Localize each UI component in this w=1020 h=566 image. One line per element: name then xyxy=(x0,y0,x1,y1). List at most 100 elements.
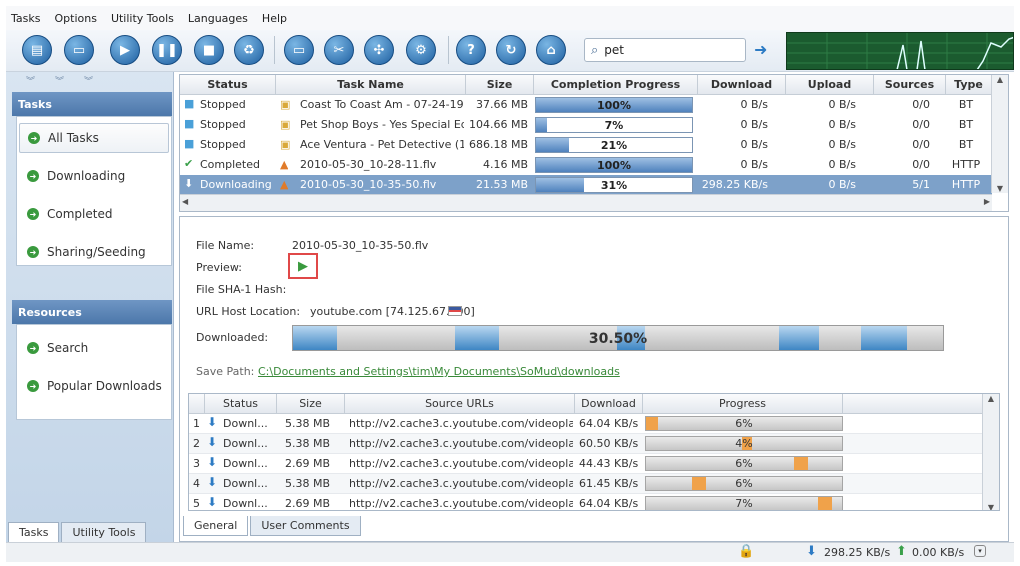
task-name: Pet Shop Boys - Yes Special Edi... xyxy=(300,118,464,131)
new-task-icon[interactable]: ▤ xyxy=(22,35,52,65)
scroll-left-icon[interactable]: ◀ xyxy=(182,197,188,206)
scroll-down-icon[interactable]: ▼ xyxy=(983,503,999,510)
search-input[interactable] xyxy=(604,43,725,57)
menu-help[interactable]: Help xyxy=(262,12,287,25)
table-row[interactable]: 4 ⬇ Downl... 5.38 MB http://v2.cache3.c.yout… xyxy=(189,474,983,494)
search-go-icon[interactable]: ➜ xyxy=(754,40,774,60)
refresh-icon[interactable]: ↻ xyxy=(496,35,526,65)
search-box[interactable]: ⌕ xyxy=(584,38,746,62)
stopped-icon: ■ xyxy=(184,137,195,150)
column-header-status[interactable]: Status xyxy=(205,394,277,414)
column-header-task-name[interactable]: Task Name xyxy=(276,75,466,95)
column-header-progress[interactable]: Progress xyxy=(643,394,843,414)
column-header-download[interactable]: Download xyxy=(698,75,786,95)
source-status: Downl... xyxy=(223,457,268,470)
tasks-panel-header: Tasks xyxy=(12,92,172,116)
source-size: 2.69 MB xyxy=(285,497,331,510)
arrow-icon: ➜ xyxy=(27,380,39,392)
sidebar-item-completed[interactable]: ➜ Completed xyxy=(19,199,169,229)
menu-utility-tools[interactable]: Utility Tools xyxy=(111,12,174,25)
task-table: Status Task Name Size Completion Progres… xyxy=(179,74,1009,212)
toolbar-separator xyxy=(274,36,275,64)
column-header-size[interactable]: Size xyxy=(277,394,345,414)
sidebar-item-downloading[interactable]: ➜ Downloading xyxy=(19,161,169,191)
progress-text: 7% xyxy=(604,119,624,132)
menu-languages[interactable]: Languages xyxy=(188,12,248,25)
table-row[interactable]: ✔ Completed ▲ 2010-05-30_10-28-11.flv 4.16 M… xyxy=(180,155,992,175)
completion-progress-bar: 21% xyxy=(535,137,693,153)
delete-icon[interactable]: ♻ xyxy=(234,35,264,65)
folder-icon[interactable]: ▭ xyxy=(284,35,314,65)
status-upload-speed: 0.00 KB/s xyxy=(912,546,965,559)
source-download-speed: 44.43 KB/s xyxy=(579,457,639,470)
task-type: BT xyxy=(958,138,974,151)
network-icon[interactable]: ✣ xyxy=(364,35,394,65)
menu-tasks[interactable]: Tasks xyxy=(11,12,40,25)
tab-utility-tools[interactable]: Utility Tools xyxy=(61,522,147,542)
sidebar-item-search[interactable]: ➜ Search xyxy=(19,333,169,363)
chevron-down-icon[interactable]: ▾ xyxy=(974,545,986,557)
sidebar-item-sharing-seeding[interactable]: ➜ Sharing/Seeding xyxy=(19,237,169,267)
table-row[interactable]: 2 ⬇ Downl... 5.38 MB http://v2.cache3.c.yout… xyxy=(189,434,983,454)
task-download-speed: 0 B/s xyxy=(740,118,768,131)
table-row[interactable]: ■ Stopped ▣ Coast To Coast Am - 07-24-19...… xyxy=(180,95,992,115)
menu-options[interactable]: Options xyxy=(54,12,96,25)
column-header-source-urls[interactable]: Source URLs xyxy=(345,394,575,414)
table-row[interactable]: 1 ⬇ Downl... 5.38 MB http://v2.cache3.c.yout… xyxy=(189,414,983,434)
scroll-down-icon[interactable]: ▼ xyxy=(992,184,1008,193)
column-header-sources[interactable]: Sources xyxy=(874,75,946,95)
column-header-completion-progress[interactable]: Completion Progress xyxy=(534,75,698,95)
source-progress-text: 7% xyxy=(735,497,753,510)
table-row[interactable]: ■ Stopped ▣ Ace Ventura - Pet Detective (1.… xyxy=(180,135,992,155)
download-arrow-icon: ⬇ xyxy=(184,177,194,190)
pause-icon[interactable]: ❚❚ xyxy=(152,35,182,65)
task-upload-speed: 0 B/s xyxy=(828,158,856,171)
task-table-vscroll[interactable]: ▲ ▼ xyxy=(991,75,1008,193)
settings-icon[interactable]: ⚙ xyxy=(406,35,436,65)
task-table-hscroll[interactable]: ◀ ▶ xyxy=(180,194,992,211)
table-row[interactable]: 3 ⬇ Downl... 2.69 MB http://v2.cache3.c.yout… xyxy=(189,454,983,474)
tab-tasks[interactable]: Tasks xyxy=(8,522,60,542)
scroll-up-icon[interactable]: ▲ xyxy=(992,75,1008,84)
sidebar-item-label: Search xyxy=(47,341,89,355)
sidebar-collapse-handle[interactable]: ︾︾︾ xyxy=(26,74,113,87)
arrow-icon: ➜ xyxy=(27,246,39,258)
arrow-icon: ➜ xyxy=(27,342,39,354)
scroll-right-icon[interactable]: ▶ xyxy=(984,197,990,206)
column-header-download[interactable]: Download xyxy=(575,394,643,414)
tools-icon[interactable]: ✂ xyxy=(324,35,354,65)
sources-vscroll[interactable]: ▲ ▼ xyxy=(982,394,999,510)
help-icon[interactable]: ? xyxy=(456,35,486,65)
table-row[interactable]: 5 ⬇ Downl... 2.69 MB http://v2.cache3.c.yout… xyxy=(189,494,983,510)
completion-progress-bar: 7% xyxy=(535,117,693,133)
stop-icon[interactable]: ■ xyxy=(194,35,224,65)
home-icon[interactable]: ⌂ xyxy=(536,35,566,65)
open-folder-icon[interactable]: ▭ xyxy=(64,35,94,65)
completion-progress-bar: 100% xyxy=(535,157,693,173)
start-icon[interactable]: ▶ xyxy=(110,35,140,65)
task-status: Downloading xyxy=(200,178,272,191)
column-header-blank xyxy=(843,394,983,414)
sidebar: ︾︾︾ Tasks ➜ All Tasks ➜ Downloading ➜ Compl… xyxy=(6,72,174,542)
column-header-type[interactable]: Type xyxy=(946,75,992,95)
source-progress-bar: 6% xyxy=(645,476,843,491)
download-arrow-icon: ⬇ xyxy=(207,415,218,429)
scroll-up-icon[interactable]: ▲ xyxy=(983,394,999,403)
task-size: 686.18 MB xyxy=(468,138,528,151)
row-number: 2 xyxy=(193,437,200,450)
column-header-status[interactable]: Status xyxy=(180,75,276,95)
column-header-size[interactable]: Size xyxy=(466,75,534,95)
tab-user-comments[interactable]: User Comments xyxy=(250,516,361,536)
source-progress-text: 4% xyxy=(735,437,753,450)
preview-play-icon[interactable]: ▶ xyxy=(288,253,318,279)
column-header-upload[interactable]: Upload xyxy=(786,75,874,95)
preview-label: Preview: xyxy=(196,261,242,274)
source-download-speed: 64.04 KB/s xyxy=(579,417,639,430)
save-path-link[interactable]: C:\Documents and Settings\tim\My Documen… xyxy=(258,365,620,378)
vlc-file-icon: ▲ xyxy=(280,158,289,171)
sidebar-item-all-tasks[interactable]: ➜ All Tasks xyxy=(19,123,169,153)
tab-general[interactable]: General xyxy=(183,516,249,536)
table-row[interactable]: ⬇ Downloading ▲ 2010-05-30_10-35-50.flv 21.5… xyxy=(180,175,992,195)
sidebar-item-popular-downloads[interactable]: ➜ Popular Downloads xyxy=(19,371,169,401)
table-row[interactable]: ■ Stopped ▣ Pet Shop Boys - Yes Special Edi… xyxy=(180,115,992,135)
